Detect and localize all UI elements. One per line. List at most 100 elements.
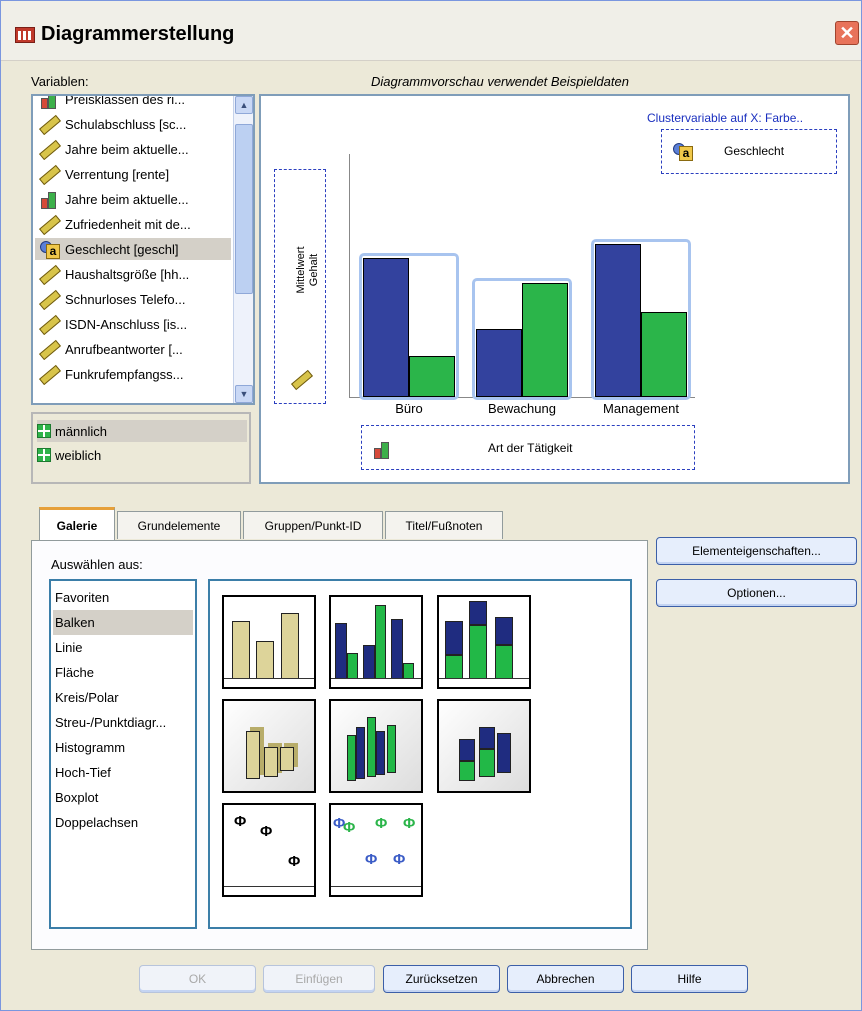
variable-label: Schnurloses Telefo...: [65, 291, 186, 307]
variable-item[interactable]: Jahre beim aktuelle...: [35, 138, 231, 160]
stacked-bar-thumbnail[interactable]: [437, 595, 531, 689]
ruler-icon: [35, 215, 59, 233]
variable-label: Funkrufempfangss...: [65, 366, 184, 382]
chart-type-item[interactable]: Fläche: [53, 660, 193, 685]
variables-list[interactable]: Preisklassen des ri... Schulabschluss [sc…: [31, 94, 255, 405]
x-tick-label: Büro: [395, 401, 423, 416]
ruler-icon: [35, 340, 59, 358]
tab-gallery[interactable]: Galerie: [39, 507, 115, 541]
ruler-icon: [35, 165, 59, 183]
variable-label: Jahre beim aktuelle...: [65, 191, 189, 207]
scale-variable-icon: [287, 370, 311, 388]
category-label: weiblich: [55, 447, 102, 463]
ruler-icon: [35, 115, 59, 133]
y-axis-label-line1: Mittelwert: [295, 246, 307, 294]
chart-bar: [363, 258, 409, 397]
nominal-icon: [35, 240, 60, 259]
3d-stacked-bar-thumbnail[interactable]: [437, 699, 531, 793]
chart-type-item[interactable]: Streu-/Punktdiagr...: [53, 710, 193, 735]
category-label: männlich: [55, 423, 108, 439]
dialog-window: Diagrammerstellung ✕ Variablen: Diagramm…: [0, 0, 862, 1011]
ruler-icon: [35, 365, 59, 383]
ruler-icon: [35, 265, 59, 283]
y-axis-label-line2: Gehalt: [308, 253, 320, 287]
chart-type-item[interactable]: Favoriten: [53, 585, 193, 610]
title-bar: Diagrammerstellung ✕: [1, 1, 861, 61]
x-tick-label: Bewachung: [488, 401, 556, 416]
preview-caption: Diagrammvorschau verwendet Beispieldaten: [371, 74, 629, 89]
cancel-button[interactable]: Abbrechen: [507, 965, 624, 993]
chart-type-item[interactable]: Doppelachsen: [53, 810, 193, 835]
chart-type-item[interactable]: Boxplot: [53, 785, 193, 810]
x-tick-label: Management: [603, 401, 679, 416]
variable-item[interactable]: Haushaltsgröße [hh...: [35, 263, 231, 285]
options-button[interactable]: Optionen...: [656, 579, 857, 607]
close-button[interactable]: ✕: [835, 21, 859, 45]
tab-groups-point-id[interactable]: Gruppen/Punkt-ID: [243, 511, 383, 539]
help-button[interactable]: Hilfe: [631, 965, 748, 993]
3d-simple-bar-thumbnail[interactable]: [222, 699, 316, 793]
category-item[interactable]: männlich: [37, 420, 247, 442]
chart-type-item[interactable]: Hoch-Tief: [53, 760, 193, 785]
category-icon: [37, 448, 51, 462]
variable-item[interactable]: Jahre beim aktuelle...: [35, 188, 231, 210]
variable-item[interactable]: Schulabschluss [sc...: [35, 113, 231, 135]
chart-type-list[interactable]: Favoriten Balken Linie Fläche Kreis/Polar Str…: [49, 579, 197, 929]
simple-bar-thumbnail[interactable]: [222, 595, 316, 689]
paste-button[interactable]: Einfügen: [263, 965, 375, 993]
cluster-dropzone[interactable]: Geschlecht: [661, 129, 837, 174]
chart-builder-app-icon: [15, 27, 35, 43]
3d-clustered-bar-thumbnail[interactable]: [329, 699, 423, 793]
clustered-error-bar-thumbnail[interactable]: Φ Φ Φ Φ Φ Φ: [329, 803, 423, 897]
variable-label: Zufriedenheit mit de...: [65, 216, 191, 232]
variable-item[interactable]: Schnurloses Telefo...: [35, 288, 231, 310]
scroll-down-button[interactable]: ▼: [235, 385, 253, 403]
chart-bar: [595, 243, 641, 397]
variable-label: Verrentung [rente]: [65, 166, 170, 182]
variables-scrollbar[interactable]: ▲ ▼: [233, 96, 253, 403]
variable-item[interactable]: Verrentung [rente]: [35, 163, 231, 185]
variable-item[interactable]: Preisklassen des ri...: [35, 94, 231, 110]
y-axis-dropzone[interactable]: Mittelwert Gehalt: [274, 169, 326, 404]
variable-item[interactable]: Zufriedenheit mit de...: [35, 213, 231, 235]
categories-list[interactable]: männlich weiblich: [31, 412, 251, 484]
ruler-icon: [35, 315, 59, 333]
category-item[interactable]: weiblich: [37, 444, 247, 466]
nominal-variable-icon: [668, 142, 693, 161]
chart-bar: [476, 328, 522, 397]
chart-type-item[interactable]: Kreis/Polar: [53, 685, 193, 710]
x-axis-dropzone[interactable]: Art der Tätigkeit: [361, 425, 695, 470]
variable-label: Anrufbeantworter [...: [65, 341, 183, 357]
chart-gallery[interactable]: Φ Φ Φ Φ Φ Φ Φ Φ Φ: [208, 579, 632, 929]
variable-label: Preisklassen des ri...: [65, 94, 185, 107]
variable-item[interactable]: Geschlecht [geschl]: [35, 238, 231, 260]
chart-type-item[interactable]: Balken: [53, 610, 193, 635]
variable-item[interactable]: ISDN-Anschluss [is...: [35, 313, 231, 335]
variable-label: Jahre beim aktuelle...: [65, 141, 189, 157]
scroll-up-button[interactable]: ▲: [235, 96, 253, 114]
element-properties-button[interactable]: Elementeigenschaften...: [656, 537, 857, 565]
preview-y-axis: [349, 154, 350, 397]
x-axis-variable-name: Art der Tätigkeit: [488, 441, 573, 455]
category-icon: [37, 424, 51, 438]
tab-basic-elements[interactable]: Grundelemente: [117, 511, 241, 539]
variable-label: Haushaltsgröße [hh...: [65, 266, 190, 282]
simple-error-bar-thumbnail[interactable]: Φ Φ Φ: [222, 803, 316, 897]
ok-button[interactable]: OK: [139, 965, 256, 993]
ordinal-variable-icon: [368, 440, 392, 459]
clustered-bar-thumbnail[interactable]: [329, 595, 423, 689]
variable-label: Schulabschluss [sc...: [65, 116, 187, 132]
variable-item[interactable]: Funkrufempfangss...: [35, 363, 231, 385]
chart-type-item[interactable]: Histogramm: [53, 735, 193, 760]
tab-titles-footnotes[interactable]: Titel/Fußnoten: [385, 511, 503, 539]
variables-label: Variablen:: [31, 74, 89, 89]
scroll-thumb[interactable]: [235, 124, 253, 294]
variable-item[interactable]: Anrufbeantworter [...: [35, 338, 231, 360]
bar-chart-icon: [35, 96, 59, 109]
variable-label: Geschlecht [geschl]: [65, 241, 179, 257]
ruler-icon: [35, 290, 59, 308]
bar-chart-icon: [35, 190, 59, 209]
reset-button[interactable]: Zurücksetzen: [383, 965, 500, 993]
chart-bar: [522, 282, 568, 397]
chart-type-item[interactable]: Linie: [53, 635, 193, 660]
